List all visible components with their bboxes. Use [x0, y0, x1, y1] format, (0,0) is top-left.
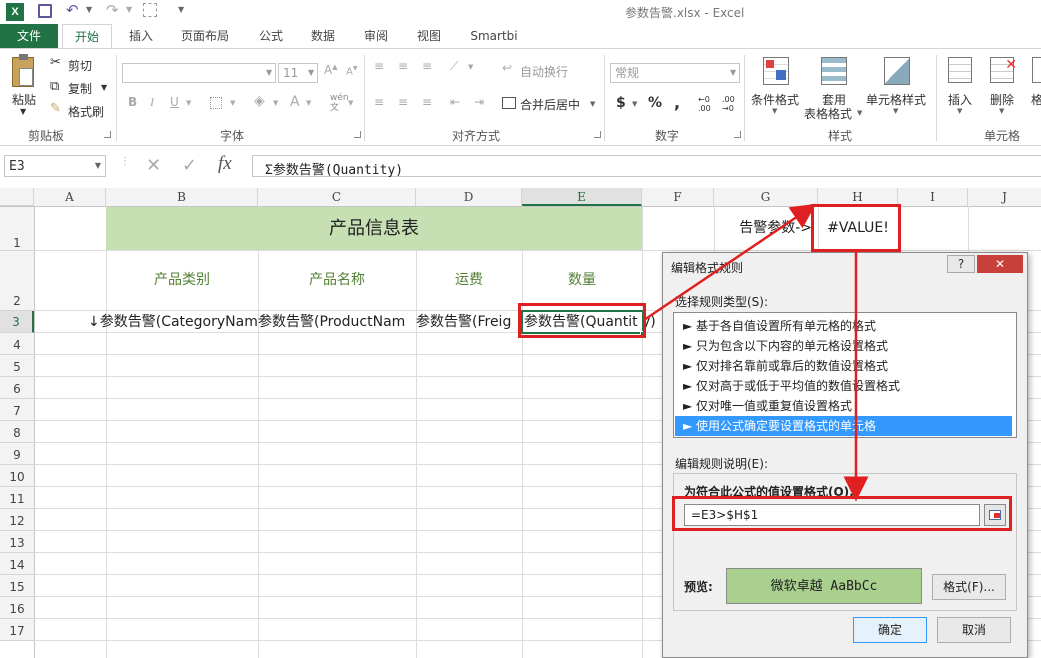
annotation-arrow-e3-to-h1 — [643, 203, 817, 322]
annotation-arrows — [643, 203, 869, 502]
